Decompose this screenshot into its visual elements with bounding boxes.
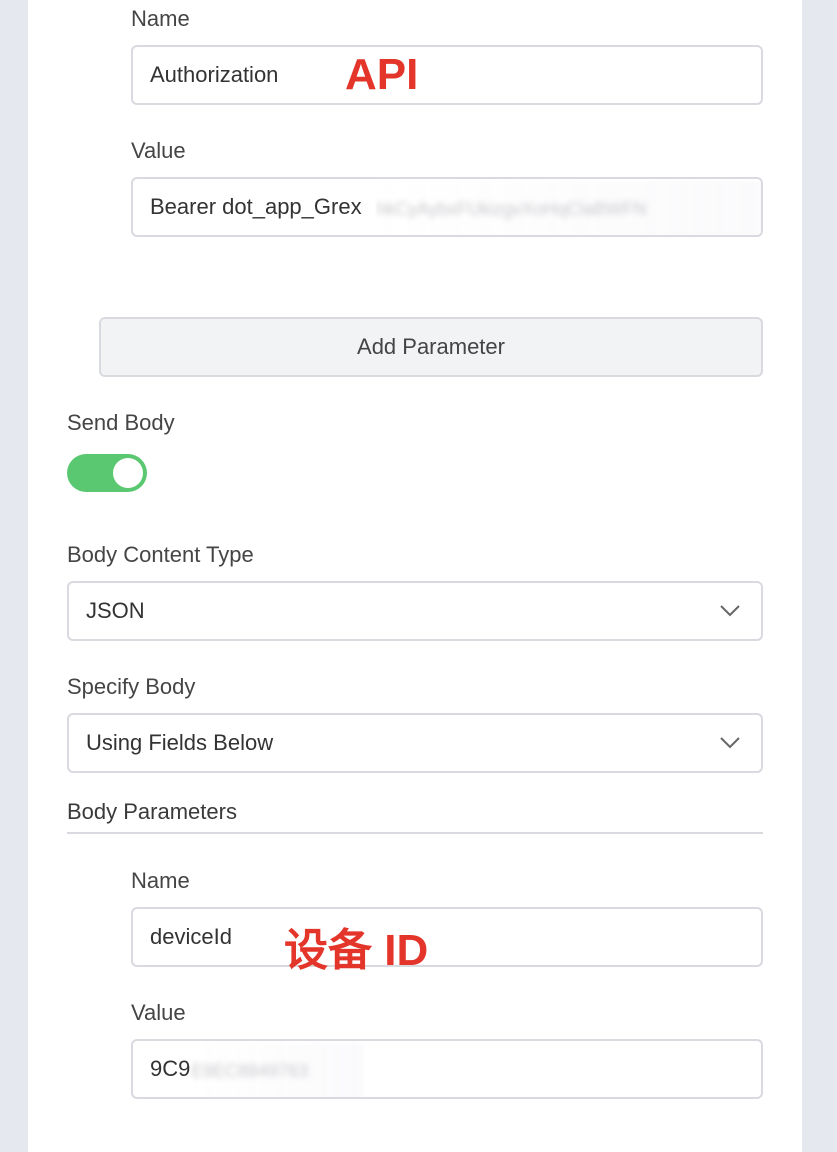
add-parameter-label: Add Parameter — [357, 334, 505, 359]
send-body-toggle[interactable] — [67, 454, 147, 492]
settings-panel — [28, 0, 802, 1152]
body-content-type-label: Body Content Type — [67, 542, 254, 567]
chevron-down-icon — [720, 737, 740, 749]
device-id-annotation: 设备 ID — [284, 926, 429, 975]
toggle-knob — [113, 458, 143, 488]
specify-body-value: Using Fields Below — [86, 730, 274, 755]
body-param-name-value: deviceId — [150, 924, 232, 949]
body-param-name-input[interactable]: deviceId — [131, 907, 763, 967]
specify-body-select[interactable]: Using Fields Below — [67, 713, 763, 773]
header-param-value-text: Bearer dot_app_Grex — [150, 194, 362, 219]
redacted-token: hkCyAybxFUkizgvXoHqClaBWFN — [376, 181, 761, 235]
header-param-name-input[interactable]: Authorization — [131, 45, 763, 105]
add-parameter-button[interactable]: Add Parameter — [99, 317, 763, 377]
header-param-name-label: Name — [131, 6, 190, 31]
redacted-device-id-text: E9EC8849763 — [191, 1060, 309, 1081]
header-param-value-label: Value — [131, 138, 186, 163]
body-param-value-text: 9C9 — [150, 1056, 191, 1081]
specify-body-label: Specify Body — [67, 674, 196, 699]
body-param-value-label: Value — [131, 1000, 186, 1025]
section-divider — [67, 832, 763, 834]
redacted-device-id: E9EC8849763 — [191, 1043, 363, 1097]
body-content-type-value: JSON — [86, 598, 145, 623]
chevron-down-icon — [720, 605, 740, 617]
header-param-name-value: Authorization — [150, 62, 279, 87]
body-content-type-select[interactable]: JSON — [67, 581, 763, 641]
header-param-value-input[interactable]: Bearer dot_app_Grex hkCyAybxFUkizgvXoHqC… — [131, 177, 763, 237]
body-param-value-input[interactable]: 9C9 E9EC8849763 — [131, 1039, 763, 1099]
send-body-label: Send Body — [67, 410, 175, 435]
body-param-name-label: Name — [131, 868, 190, 893]
api-annotation: API — [345, 50, 419, 99]
body-parameters-heading: Body Parameters — [67, 799, 237, 824]
redacted-token-text: hkCyAybxFUkizgvXoHqClaBWFN — [376, 198, 647, 219]
